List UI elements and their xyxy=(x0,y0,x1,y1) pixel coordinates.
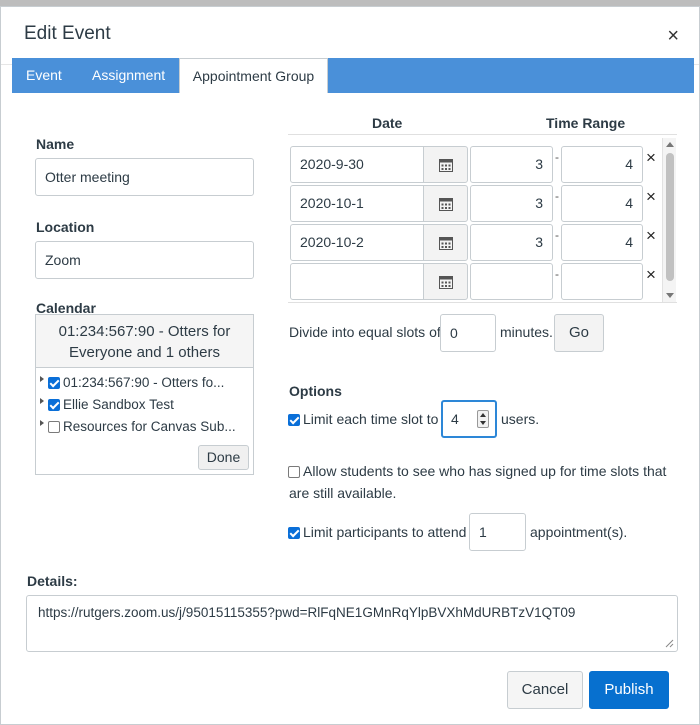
expand-arrow-icon[interactable] xyxy=(40,420,44,426)
calendar-checkbox[interactable] xyxy=(48,377,60,389)
options-heading: Options xyxy=(289,383,342,399)
slot-date-input[interactable] xyxy=(290,263,424,300)
slot-end-input[interactable]: 4 xyxy=(561,185,643,222)
tab-event[interactable]: Event xyxy=(26,58,62,93)
tab-assignment[interactable]: Assignment xyxy=(92,58,165,93)
cancel-button[interactable]: Cancel xyxy=(507,671,583,709)
limit-slot-label: Limit each time slot to xyxy=(303,411,439,427)
slot-start-input[interactable]: 3 xyxy=(470,146,553,183)
allow-students-option: Allow students to see who has signed up … xyxy=(288,463,666,479)
limit-participants-label: Limit participants to attend xyxy=(303,524,467,540)
expand-arrow-icon[interactable] xyxy=(40,376,44,382)
time-slot-list: 2020-9-30 3 - 4 × 2020-10-1 3 - 4 × 2020… xyxy=(288,138,678,302)
details-label: Details: xyxy=(27,573,78,589)
calendar-option-label: Resources for Canvas Sub... xyxy=(63,419,236,434)
details-text: https://rutgers.zoom.us/j/95015115355?pw… xyxy=(38,605,576,620)
details-textarea[interactable]: https://rutgers.zoom.us/j/95015115355?pw… xyxy=(26,595,678,652)
slot-start-input[interactable]: 3 xyxy=(470,185,553,222)
slot-date-input[interactable]: 2020-10-2 xyxy=(290,224,424,261)
tab-bar: Event Assignment Appointment Group xyxy=(12,58,694,93)
divide-label: Divide into equal slots of xyxy=(289,324,441,340)
slot-end-input[interactable] xyxy=(561,263,643,300)
calendar-checkbox[interactable] xyxy=(48,421,60,433)
slot-minutes-input[interactable]: 0 xyxy=(440,314,496,352)
range-separator: - xyxy=(555,228,559,242)
resize-handle-icon[interactable] xyxy=(665,639,674,648)
name-label: Name xyxy=(36,136,75,152)
close-icon[interactable]: × xyxy=(667,25,679,48)
limit-participants-option: Limit participants to attend xyxy=(288,524,466,540)
limit-slot-option: Limit each time slot to xyxy=(288,411,438,427)
limit-slot-checkbox[interactable] xyxy=(288,414,300,426)
limit-participants-checkbox[interactable] xyxy=(288,527,300,539)
name-input[interactable]: Otter meeting xyxy=(35,158,254,196)
slot-start-input[interactable]: 3 xyxy=(470,224,553,261)
remove-slot-icon[interactable]: × xyxy=(646,265,656,285)
range-separator: - xyxy=(555,267,559,281)
slots-divider xyxy=(288,302,677,303)
appointments-label: appointment(s). xyxy=(530,524,628,540)
minutes-label: minutes. xyxy=(500,324,553,340)
slot-start-input[interactable] xyxy=(470,263,553,300)
slot-user-limit-stepper[interactable]: 4 xyxy=(441,400,497,438)
calendar-icon[interactable] xyxy=(423,185,468,222)
allow-students-checkbox[interactable] xyxy=(288,466,300,478)
location-label: Location xyxy=(36,219,95,235)
slot-end-input[interactable]: 4 xyxy=(561,224,643,261)
slot-end-input[interactable]: 4 xyxy=(561,146,643,183)
publish-button[interactable]: Publish xyxy=(589,671,669,709)
calendar-option-label: 01:234:567:90 - Otters fo... xyxy=(63,375,225,390)
remove-slot-icon[interactable]: × xyxy=(646,148,656,168)
expand-arrow-icon[interactable] xyxy=(40,398,44,404)
appointment-limit-input[interactable]: 1 xyxy=(469,513,526,551)
time-range-column-header: Time Range xyxy=(546,115,626,131)
calendar-icon[interactable] xyxy=(423,263,468,300)
allow-students-label-line2: are still available. xyxy=(289,485,397,501)
calendar-option[interactable]: 01:234:567:90 - Otters fo... xyxy=(40,375,224,390)
location-input[interactable]: Zoom xyxy=(35,241,254,279)
calendar-checkbox[interactable] xyxy=(48,399,60,411)
dialog-header: Edit Event × xyxy=(1,7,699,65)
range-separator: - xyxy=(555,150,559,164)
slot-date-input[interactable]: 2020-9-30 xyxy=(290,146,424,183)
remove-slot-icon[interactable]: × xyxy=(646,226,656,246)
date-column-header: Date xyxy=(372,115,403,131)
range-separator: - xyxy=(555,189,559,203)
dialog-title: Edit Event xyxy=(24,23,111,44)
calendar-option-label: Ellie Sandbox Test xyxy=(63,397,174,412)
slot-date-input[interactable]: 2020-10-1 xyxy=(290,185,424,222)
stepper-arrows-icon[interactable] xyxy=(477,410,489,428)
calendar-icon[interactable] xyxy=(423,224,468,261)
calendar-option[interactable]: Ellie Sandbox Test xyxy=(40,397,174,412)
allow-students-label: Allow students to see who has signed up … xyxy=(303,463,667,479)
calendar-done-button[interactable]: Done xyxy=(198,445,249,470)
slot-user-limit-value: 4 xyxy=(451,411,459,427)
remove-slot-icon[interactable]: × xyxy=(646,187,656,207)
scroll-thumb[interactable] xyxy=(666,153,674,281)
go-button[interactable]: Go xyxy=(554,314,604,352)
calendar-icon[interactable] xyxy=(423,146,468,183)
tab-appointment-group[interactable]: Appointment Group xyxy=(179,58,328,93)
calendar-option[interactable]: Resources for Canvas Sub... xyxy=(40,419,236,434)
slot-list-scrollbar[interactable] xyxy=(662,138,676,302)
calendar-selector: 01:234:567:90 - Otters for Everyone and … xyxy=(35,314,254,475)
users-label: users. xyxy=(501,411,540,427)
scroll-down-icon[interactable] xyxy=(666,293,674,298)
calendar-selected-summary[interactable]: 01:234:567:90 - Otters for Everyone and … xyxy=(36,315,253,368)
scroll-up-icon[interactable] xyxy=(666,142,674,147)
header-divider xyxy=(288,134,677,135)
